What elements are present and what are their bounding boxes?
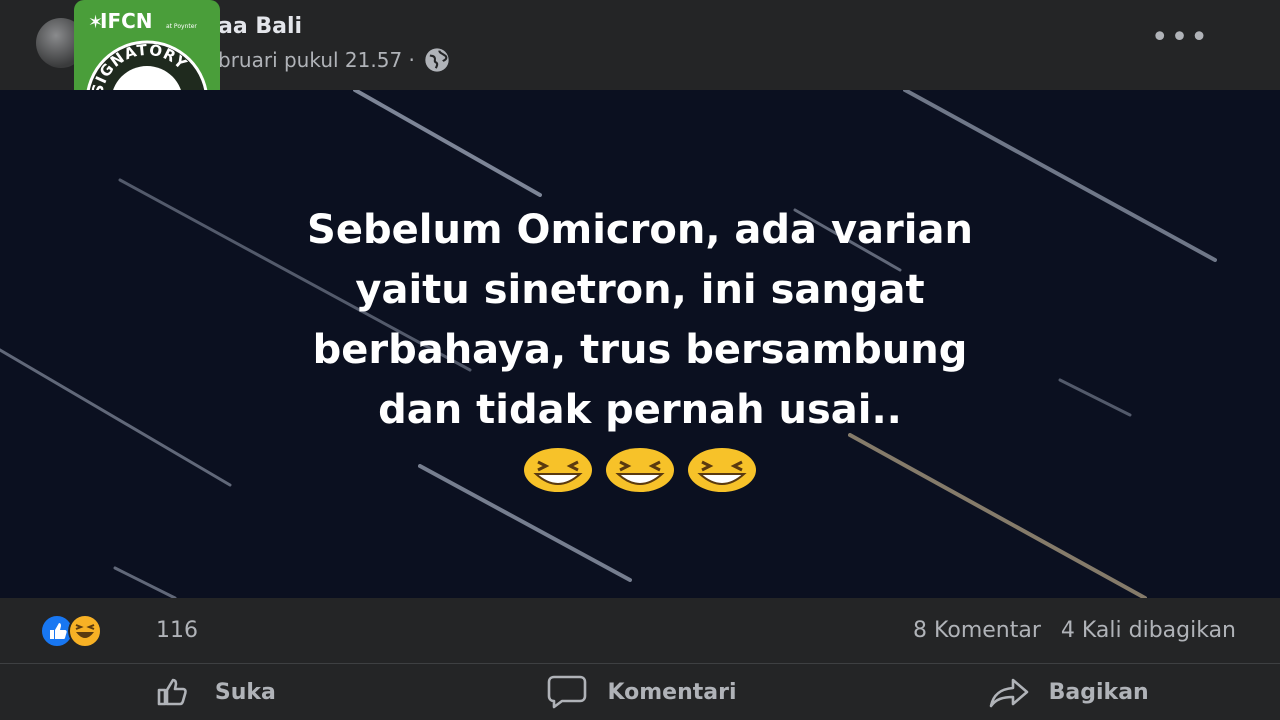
post-actions: Suka Komentari Bagikan bbox=[0, 664, 1280, 720]
author-name[interactable]: aa Bali bbox=[218, 14, 302, 39]
share-button[interactable]: Bagikan bbox=[853, 664, 1280, 720]
svg-text:at Poynter: at Poynter bbox=[166, 23, 197, 30]
shares-count[interactable]: 4 Kali dibagikan bbox=[1061, 618, 1236, 643]
quote-line: Sebelum Omicron, ada varian bbox=[307, 207, 973, 253]
svg-text:IFCN: IFCN bbox=[100, 9, 153, 33]
share-label: Bagikan bbox=[1048, 679, 1149, 705]
grinning-squinting-face-icon bbox=[688, 448, 756, 492]
comment-label: Komentari bbox=[607, 679, 737, 705]
like-button[interactable]: Suka bbox=[0, 664, 427, 720]
comments-count[interactable]: 8 Komentar bbox=[913, 618, 1041, 643]
post-stats: 116 8 Komentar 4 Kali dibagikan bbox=[0, 598, 1280, 664]
quote-line: dan tidak pernah usai.. bbox=[378, 387, 902, 433]
more-options-button[interactable]: ••• bbox=[1151, 20, 1210, 55]
reaction-icons[interactable] bbox=[40, 614, 102, 648]
engagement-counts: 8 Komentar 4 Kali dibagikan bbox=[913, 618, 1236, 643]
quote-text: Sebelum Omicron, ada varian yaitu sinetr… bbox=[0, 200, 1280, 440]
reaction-count[interactable]: 116 bbox=[156, 618, 198, 643]
post-image[interactable]: Sebelum Omicron, ada varian yaitu sinetr… bbox=[0, 90, 1280, 598]
comment-icon bbox=[548, 675, 587, 709]
post-meta: bruari pukul 21.57 · bbox=[218, 46, 451, 74]
like-label: Suka bbox=[214, 679, 276, 705]
comment-button[interactable]: Komentari bbox=[427, 664, 854, 720]
quote-line: berbahaya, trus bersambung bbox=[312, 327, 968, 373]
emoji-row bbox=[0, 446, 1280, 494]
post-timestamp[interactable]: bruari pukul 21.57 · bbox=[218, 48, 415, 72]
share-arrow-icon bbox=[989, 678, 1028, 708]
thumbs-up-icon bbox=[157, 678, 187, 706]
haha-icon bbox=[68, 614, 102, 648]
quote-line: yaitu sinetron, ini sangat bbox=[355, 267, 925, 313]
globe-icon bbox=[425, 48, 449, 72]
grinning-squinting-face-icon bbox=[606, 448, 674, 492]
svg-text:✶: ✶ bbox=[88, 12, 103, 33]
grinning-squinting-face-icon bbox=[524, 448, 592, 492]
